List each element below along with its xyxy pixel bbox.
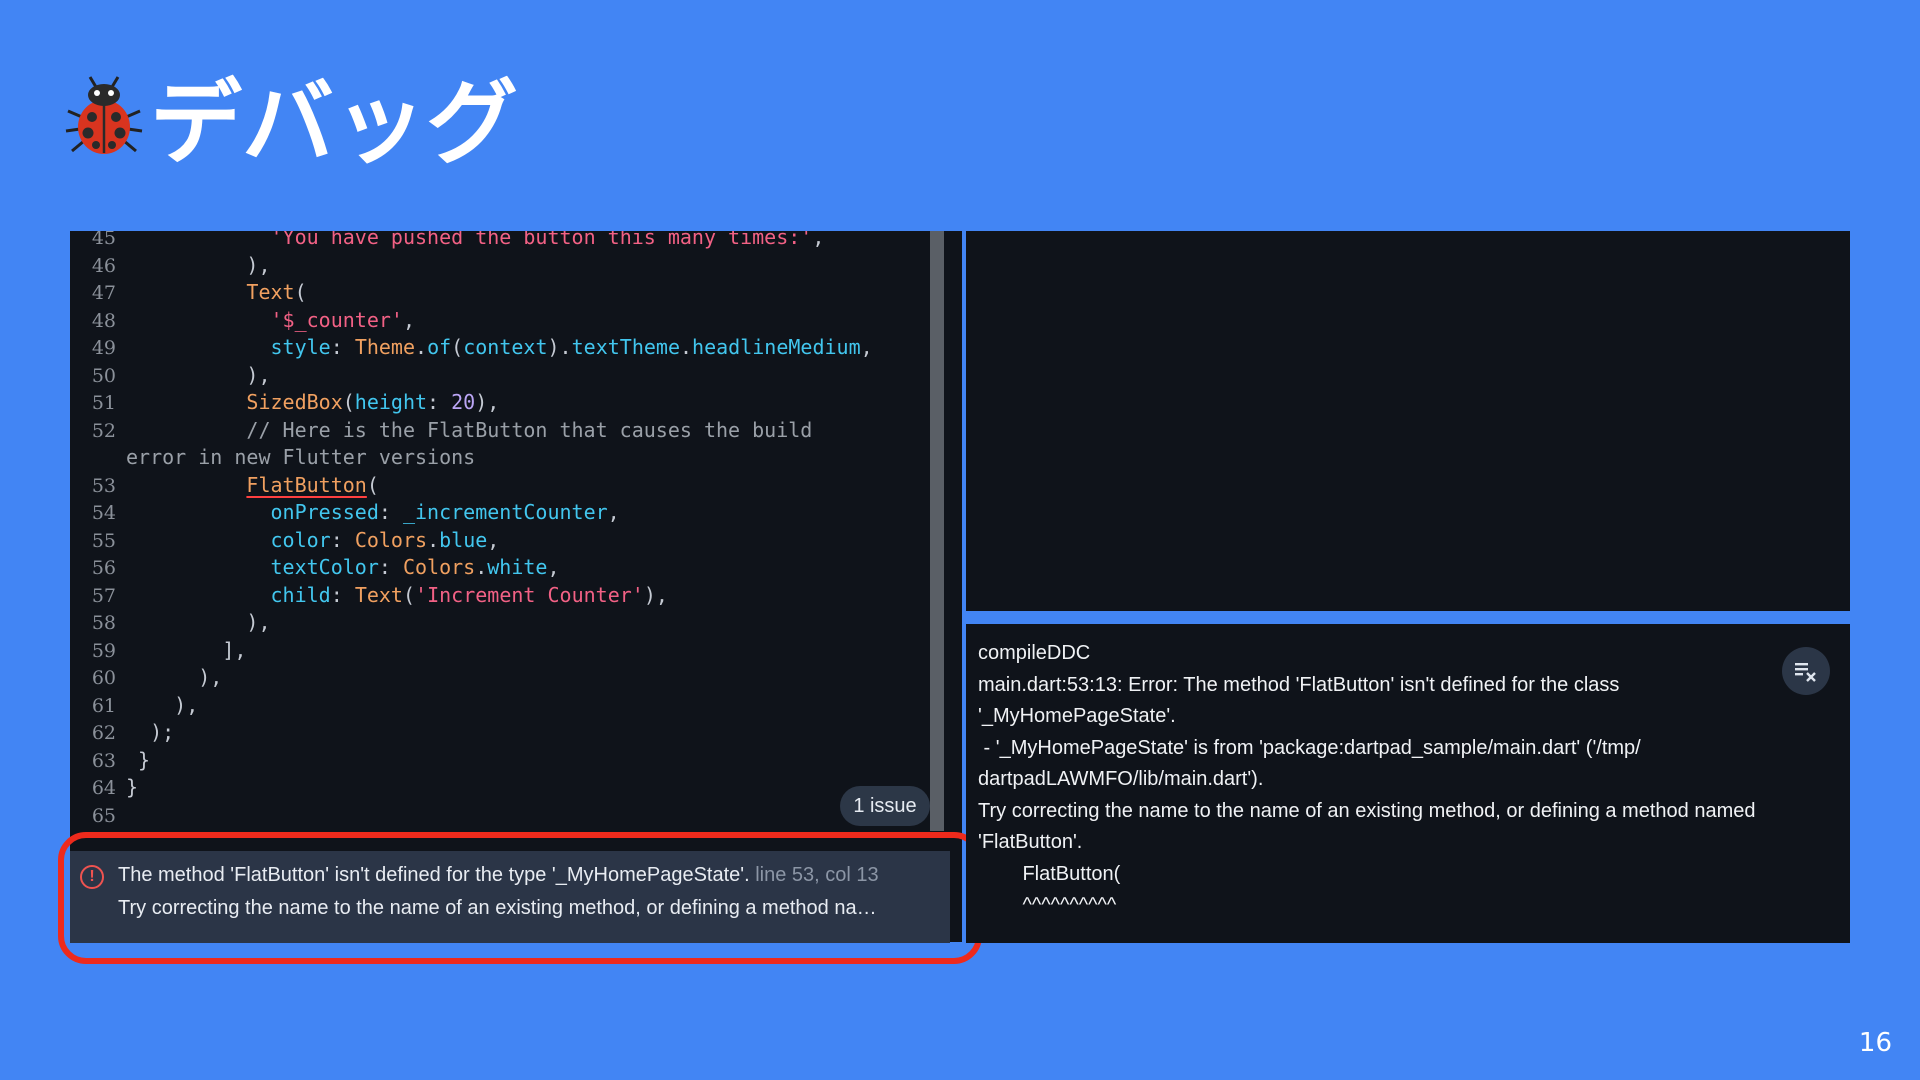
line-code: } xyxy=(126,747,151,772)
console-line: dartpadLAWMFO/lib/main.dart'). xyxy=(978,768,1264,790)
line-code: 'You have pushed the button this many ti… xyxy=(270,231,825,249)
line-code: ), xyxy=(126,252,271,277)
line-number: 49 xyxy=(91,337,116,359)
line-code: SizedBox(height: 20), xyxy=(246,390,500,414)
line-number: 59 xyxy=(91,639,116,662)
line-number: 48 xyxy=(91,309,116,332)
slide-title-text: デバッグ xyxy=(150,69,519,177)
code-line[interactable]: 64} xyxy=(70,774,930,802)
line-code: ], xyxy=(126,637,247,662)
app-preview-panel xyxy=(966,231,1850,611)
slide-title: デバッグ xyxy=(64,60,518,177)
console-line: - '_MyHomePageState' is from 'package:da… xyxy=(978,736,1641,759)
console-line: FlatButton( xyxy=(978,862,1121,885)
line-number: 62 xyxy=(91,722,116,744)
line-number: 56 xyxy=(91,557,116,579)
line-number: 51 xyxy=(91,392,116,414)
line-number: 52 xyxy=(91,419,116,442)
line-code: style: Theme.of(context).textTheme.headl… xyxy=(270,335,873,359)
line-code: child: Text('Increment Counter'), xyxy=(270,582,668,607)
code-line[interactable]: 58 ), xyxy=(70,609,930,637)
code-line[interactable]: error in new Flutter versions xyxy=(70,444,930,472)
console-line: 'FlatButton'. xyxy=(978,831,1083,853)
line-code: FlatButton( xyxy=(246,472,379,497)
line-code: onPressed: _incrementCounter, xyxy=(270,500,620,524)
code-line[interactable]: 45 'You have pushed the button this many… xyxy=(70,231,930,252)
line-number: 55 xyxy=(91,529,116,552)
code-line[interactable]: 55 color: Colors.blue, xyxy=(70,527,930,555)
console-line: '_MyHomePageState'. xyxy=(978,705,1176,727)
code-line[interactable]: 59 ], xyxy=(70,637,930,665)
line-number: 54 xyxy=(91,502,116,524)
line-code: error in new Flutter versions xyxy=(126,445,476,469)
console-line: compileDDC xyxy=(978,642,1091,664)
line-number: 45 xyxy=(91,231,116,249)
line-number: 64 xyxy=(91,777,116,799)
code-line[interactable]: 63 } xyxy=(70,747,930,775)
page-number: 16 xyxy=(1858,1028,1892,1058)
console-line: ^^^^^^^^^^ xyxy=(978,894,1117,916)
code-line[interactable]: 48 '$_counter', xyxy=(70,307,930,335)
code-line[interactable]: 46 ), xyxy=(70,252,930,280)
code-line[interactable]: 51 SizedBox(height: 20), xyxy=(70,389,930,417)
code-area[interactable]: 45 'You have pushed the button this many… xyxy=(70,231,930,831)
console-line: Try correcting the name to the name of a… xyxy=(978,799,1756,822)
line-code: ), xyxy=(126,362,271,387)
line-code: '$_counter', xyxy=(270,307,416,332)
error-highlight-annotation xyxy=(58,832,982,964)
line-number: 50 xyxy=(91,364,116,387)
issues-badge[interactable]: 1 issue xyxy=(840,786,930,826)
line-number: 61 xyxy=(91,694,116,717)
code-line[interactable]: 62 ); xyxy=(70,719,930,747)
clear-console-button[interactable] xyxy=(1782,647,1830,695)
line-code: } xyxy=(126,775,139,799)
code-line[interactable]: 56 textColor: Colors.white, xyxy=(70,554,930,582)
line-code: Text( xyxy=(246,280,307,304)
code-line[interactable]: 50 ), xyxy=(70,362,930,390)
editor-scrollbar[interactable] xyxy=(930,231,944,831)
line-number: 47 xyxy=(91,282,116,304)
code-line[interactable]: 52 // Here is the FlatButton that causes… xyxy=(70,417,930,445)
line-number: 58 xyxy=(91,612,116,634)
line-number: 46 xyxy=(91,254,116,277)
line-number: 60 xyxy=(91,667,116,689)
line-code: ); xyxy=(126,720,175,744)
code-line[interactable]: 49 style: Theme.of(context).textTheme.he… xyxy=(70,334,930,362)
code-line[interactable]: 60 ), xyxy=(70,664,930,692)
code-line[interactable]: 61 ), xyxy=(70,692,930,720)
line-number: 65 xyxy=(91,804,116,827)
line-code: textColor: Colors.white, xyxy=(270,555,560,579)
console-output: compileDDC main.dart:53:13: Error: The me… xyxy=(978,638,1755,922)
line-number: 63 xyxy=(91,749,116,772)
line-code: ), xyxy=(126,610,271,634)
line-number: 57 xyxy=(91,584,116,607)
code-line[interactable]: 47 Text( xyxy=(70,279,930,307)
code-line[interactable]: 54 onPressed: _incrementCounter, xyxy=(70,499,930,527)
line-code: color: Colors.blue, xyxy=(270,527,500,552)
line-code: // Here is the FlatButton that causes th… xyxy=(126,417,813,442)
ladybug-icon xyxy=(65,76,143,154)
code-line[interactable]: 57 child: Text('Increment Counter'), xyxy=(70,582,930,610)
line-code: ), xyxy=(126,692,199,717)
line-number: 53 xyxy=(91,474,116,497)
console-line: main.dart:53:13: Error: The method 'Flat… xyxy=(978,673,1620,696)
code-line[interactable]: 65 xyxy=(70,802,930,830)
line-code: ), xyxy=(126,665,223,689)
console-panel: compileDDC main.dart:53:13: Error: The me… xyxy=(966,624,1850,943)
code-line[interactable]: 53 FlatButton( xyxy=(70,472,930,500)
clear-console-icon xyxy=(1795,663,1816,682)
